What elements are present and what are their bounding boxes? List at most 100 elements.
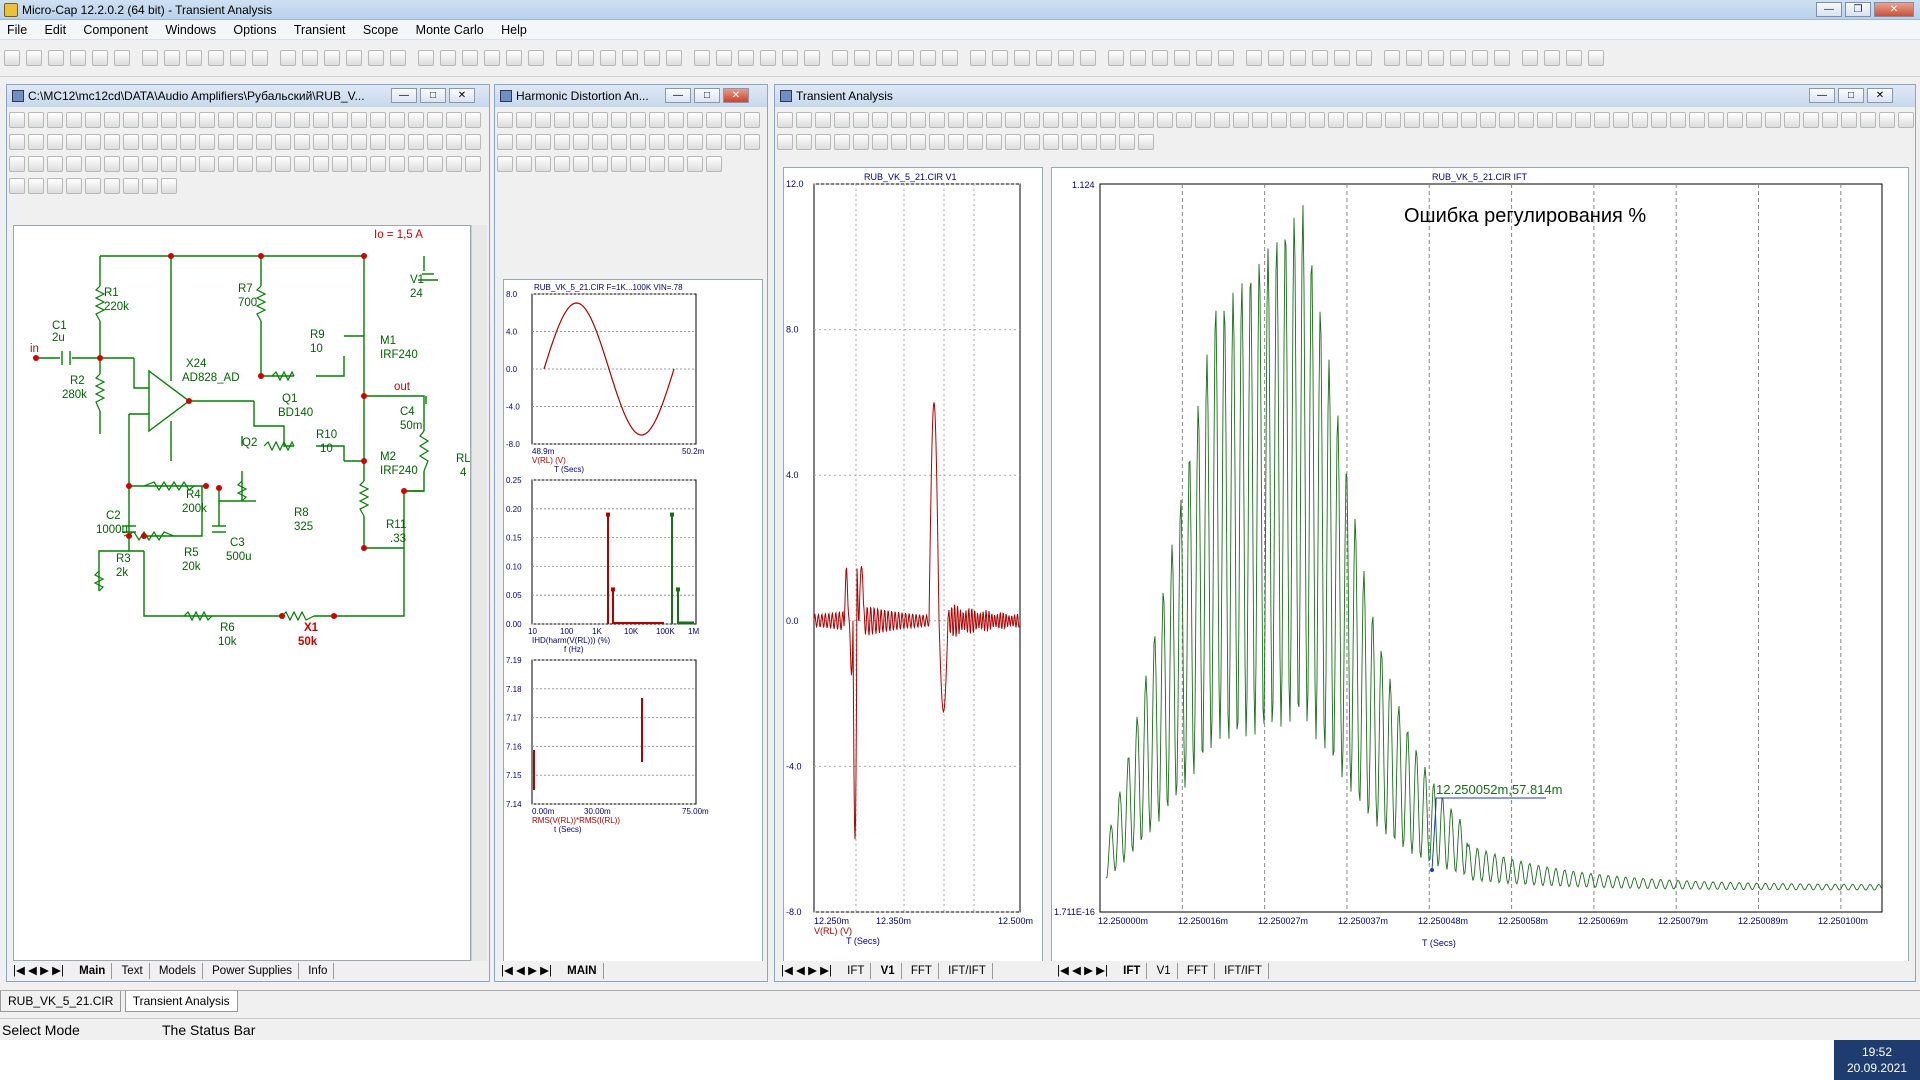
toolbar-button[interactable] (208, 50, 224, 66)
panel-tool-button[interactable] (872, 134, 888, 150)
panel-tool-button[interactable] (1290, 112, 1306, 128)
menu-edit[interactable]: Edit (38, 20, 74, 37)
toolbar-button[interactable] (1080, 50, 1096, 66)
tab-models[interactable]: Models (153, 963, 203, 979)
left-tab-ift[interactable]: IFT (841, 963, 872, 979)
panel-tool-button[interactable] (1024, 112, 1040, 128)
panel-tool-button[interactable] (1062, 112, 1078, 128)
panel-tool-button[interactable] (370, 134, 386, 150)
toolbar-button[interactable] (280, 50, 296, 66)
panel-tool-button[interactable] (351, 156, 367, 172)
panel-tool-button[interactable] (986, 112, 1002, 128)
panel-tool-button[interactable] (1822, 112, 1838, 128)
panel-tool-button[interactable] (427, 112, 443, 128)
panel-tool-button[interactable] (592, 156, 608, 172)
panel-tool-button[interactable] (834, 134, 850, 150)
panel-tool-button[interactable] (370, 112, 386, 128)
panel-tool-button[interactable] (687, 134, 703, 150)
toolbar-button[interactable] (898, 50, 914, 66)
toolbar-button[interactable] (644, 50, 660, 66)
toolbar-button[interactable] (1544, 50, 1560, 66)
panel-tool-button[interactable] (535, 156, 551, 172)
panel-tool-button[interactable] (28, 156, 44, 172)
panel-tool-button[interactable] (142, 156, 158, 172)
right-tab-v1[interactable]: V1 (1151, 963, 1178, 979)
panel-tool-button[interactable] (161, 178, 177, 194)
toolbar-button[interactable] (528, 50, 544, 66)
panel-tool-button[interactable] (516, 156, 532, 172)
toolbar-button[interactable] (1588, 50, 1604, 66)
panel-tool-button[interactable] (47, 134, 63, 150)
menu-file[interactable]: File (0, 20, 34, 37)
panel-tool-button[interactable] (1328, 112, 1344, 128)
panel-tool-button[interactable] (649, 112, 665, 128)
toolbar-button[interactable] (716, 50, 732, 66)
panel-tool-button[interactable] (370, 156, 386, 172)
panel-tool-button[interactable] (351, 134, 367, 150)
panel-tool-button[interactable] (554, 112, 570, 128)
toolbar-button[interactable] (142, 50, 158, 66)
toolbar-button[interactable] (1058, 50, 1074, 66)
panel-tool-button[interactable] (1366, 112, 1382, 128)
panel-tool-button[interactable] (161, 112, 177, 128)
panel-tool-button[interactable] (104, 134, 120, 150)
panel-tool-button[interactable] (744, 112, 760, 128)
panel-tool-button[interactable] (611, 156, 627, 172)
panel-tool-button[interactable] (9, 134, 25, 150)
panel-tool-button[interactable] (123, 156, 139, 172)
panel-tool-button[interactable] (1518, 112, 1534, 128)
menu-help[interactable]: Help (494, 20, 534, 37)
toolbar-button[interactable] (1174, 50, 1190, 66)
toolbar-button[interactable] (418, 50, 434, 66)
panel-tool-button[interactable] (427, 156, 443, 172)
restore-button[interactable]: ❐ (1845, 2, 1871, 17)
harmonic-minimize-button[interactable]: — (665, 88, 691, 103)
toolbar-button[interactable] (760, 50, 776, 66)
panel-tool-button[interactable] (446, 112, 462, 128)
panel-tool-button[interactable] (1879, 112, 1895, 128)
minimize-button[interactable]: — (1816, 2, 1842, 17)
panel-tool-button[interactable] (910, 112, 926, 128)
menu-component[interactable]: Component (76, 20, 155, 37)
panel-tool-button[interactable] (446, 134, 462, 150)
panel-tool-button[interactable] (611, 134, 627, 150)
panel-tool-button[interactable] (389, 156, 405, 172)
toolbar-button[interactable] (484, 50, 500, 66)
toolbar-button[interactable] (230, 50, 246, 66)
toolbar-button[interactable] (1450, 50, 1466, 66)
panel-tool-button[interactable] (237, 112, 253, 128)
panel-tool-button[interactable] (891, 112, 907, 128)
panel-tool-button[interactable] (275, 112, 291, 128)
panel-tool-button[interactable] (1784, 112, 1800, 128)
menu-monte-carlo[interactable]: Monte Carlo (409, 20, 491, 37)
panel-tool-button[interactable] (104, 156, 120, 172)
toolbar-button[interactable] (92, 50, 108, 66)
panel-tool-button[interactable] (123, 112, 139, 128)
panel-tool-button[interactable] (332, 156, 348, 172)
panel-tool-button[interactable] (1271, 112, 1287, 128)
toolbar-button[interactable] (1384, 50, 1400, 66)
panel-tool-button[interactable] (834, 112, 850, 128)
panel-tool-button[interactable] (294, 156, 310, 172)
panel-tool-button[interactable] (1385, 112, 1401, 128)
toolbar-button[interactable] (578, 50, 594, 66)
panel-tool-button[interactable] (1765, 112, 1781, 128)
close-button[interactable]: ✕ (1874, 2, 1914, 17)
panel-tool-button[interactable] (66, 134, 82, 150)
toolbar-button[interactable] (832, 50, 848, 66)
right-tab-ift-ift[interactable]: IFT/IFT (1218, 963, 1269, 979)
panel-tool-button[interactable] (815, 134, 831, 150)
panel-tool-button[interactable] (1138, 134, 1154, 150)
transient-maximize-button[interactable]: □ (1838, 88, 1864, 103)
panel-tool-button[interactable] (218, 134, 234, 150)
left-tab-nav[interactable]: |◀ ◀ ▶ ▶| (775, 961, 838, 979)
transient-right-canvas[interactable]: RUB_VK_5_21.CIR IFT 1.124 1.711E-16 12.2500… (1051, 167, 1909, 963)
transient-left-canvas[interactable]: 12.0 8.0 4.0 0.0 -4.0 -8.0 RUB_VK_5_21.CIR V1 1… (783, 167, 1043, 963)
panel-tool-button[interactable] (796, 134, 812, 150)
panel-tool-button[interactable] (123, 178, 139, 194)
tab-text[interactable]: Text (116, 963, 150, 979)
panel-tool-button[interactable] (199, 112, 215, 128)
toolbar-button[interactable] (1014, 50, 1030, 66)
left-tab-v1[interactable]: V1 (875, 963, 902, 979)
panel-tool-button[interactable] (1632, 112, 1648, 128)
